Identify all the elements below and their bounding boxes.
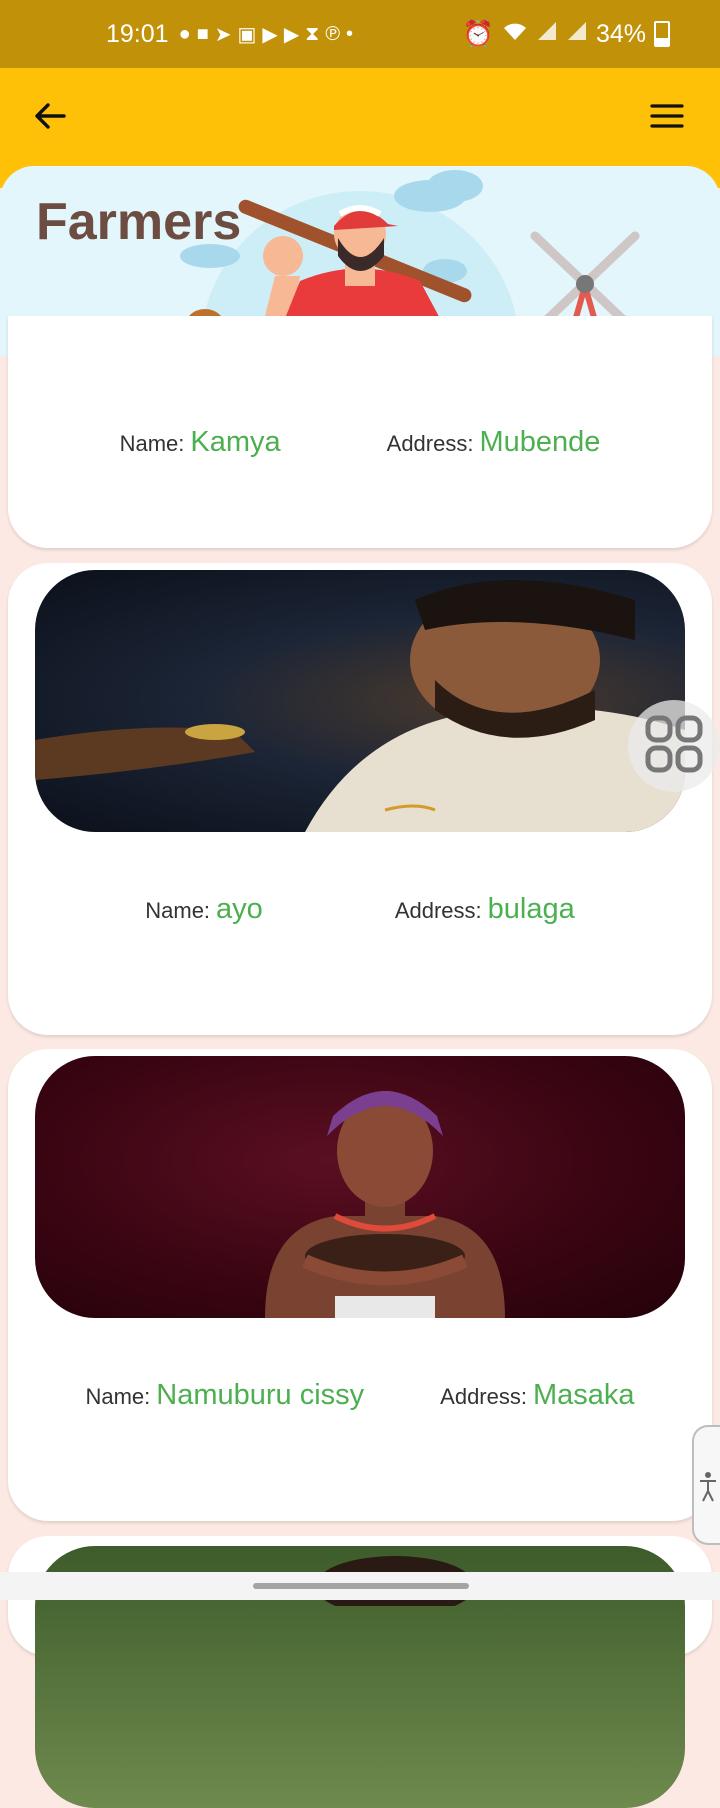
youtube-icon: ▶ (262, 23, 278, 46)
address-label: Address: (440, 1384, 527, 1409)
youtube-icon: ▶ (283, 23, 300, 46)
hourglass-icon: ⧗ (305, 22, 320, 45)
wifi-icon (502, 20, 528, 49)
name-label: Name: (145, 898, 211, 923)
signal-icon (536, 20, 558, 49)
farmer-card[interactable]: Name: ayo Address: bulaga (8, 563, 712, 1035)
address-field: Address: bulaga (395, 893, 575, 926)
farmer-photo (35, 1056, 685, 1318)
address-field: Address: Mubende (387, 426, 601, 459)
farmer-info: Name: ayo Address: bulaga (8, 893, 712, 926)
whatsapp-icon: ● (178, 22, 191, 45)
farmer-name: Namuburu cissy (156, 1379, 365, 1411)
page-title: Farmers (36, 193, 242, 251)
arrow-left-icon (35, 103, 66, 129)
farmer-name: ayo (216, 893, 263, 925)
farmer-card[interactable]: Name: Kamya Address: Mubende (8, 316, 712, 548)
viber-icon: ▣ (237, 23, 257, 46)
status-time: 19:01 (106, 19, 169, 48)
hamburger-menu-icon (650, 104, 684, 128)
farmer-photo (35, 570, 685, 832)
signal-icon (566, 20, 588, 49)
alarm-icon: ⏰ (462, 19, 494, 48)
battery-percent: 34% (595, 19, 646, 48)
farmer-address: Masaka (532, 1379, 635, 1411)
address-label: Address: (386, 431, 474, 456)
farmer-info: Name: Namuburu cissy Address: Masaka (8, 1379, 712, 1412)
message-icon: ■ (196, 22, 209, 45)
farmer-card[interactable]: Name: Namuburu cissy Address: Masaka (8, 1049, 712, 1521)
home-gesture-handle[interactable] (253, 1583, 469, 1589)
name-field: Name: ayo (145, 893, 263, 926)
address-field: Address: Masaka (440, 1379, 634, 1412)
accessibility-icon (700, 1472, 716, 1502)
farmer-address: Mubende (479, 426, 601, 458)
floating-assistive-button[interactable] (628, 700, 720, 792)
farmer-address: bulaga (487, 893, 575, 925)
back-button[interactable] (30, 96, 70, 136)
farmer-name: Kamya (190, 426, 281, 458)
notification-icons: ● ■ ➤ ▣ ▶ ▶ ⧗ ℗ • (179, 22, 463, 47)
name-label: Name: (119, 431, 185, 456)
status-bar: 19:01 ● ■ ➤ ▣ ▶ ▶ ⧗ ℗ • ⏰ 34% (0, 0, 720, 68)
battery-icon (654, 21, 670, 47)
name-field: Name: Kamya (120, 426, 281, 459)
name-field: Name: Namuburu cissy (85, 1379, 364, 1412)
name-label: Name: (85, 1384, 151, 1409)
address-label: Address: (394, 898, 482, 923)
pinterest-icon: ℗ (325, 22, 340, 45)
telegram-icon: ➤ (214, 23, 232, 46)
system-icons: ⏰ 34% (463, 20, 670, 49)
navigation-bar (0, 1572, 720, 1600)
farmer-info: Name: Kamya Address: Mubende (8, 426, 712, 459)
dot-icon: • (346, 22, 354, 45)
accessibility-button[interactable] (692, 1425, 720, 1545)
grid-icon (645, 715, 703, 773)
menu-button[interactable] (650, 102, 684, 130)
